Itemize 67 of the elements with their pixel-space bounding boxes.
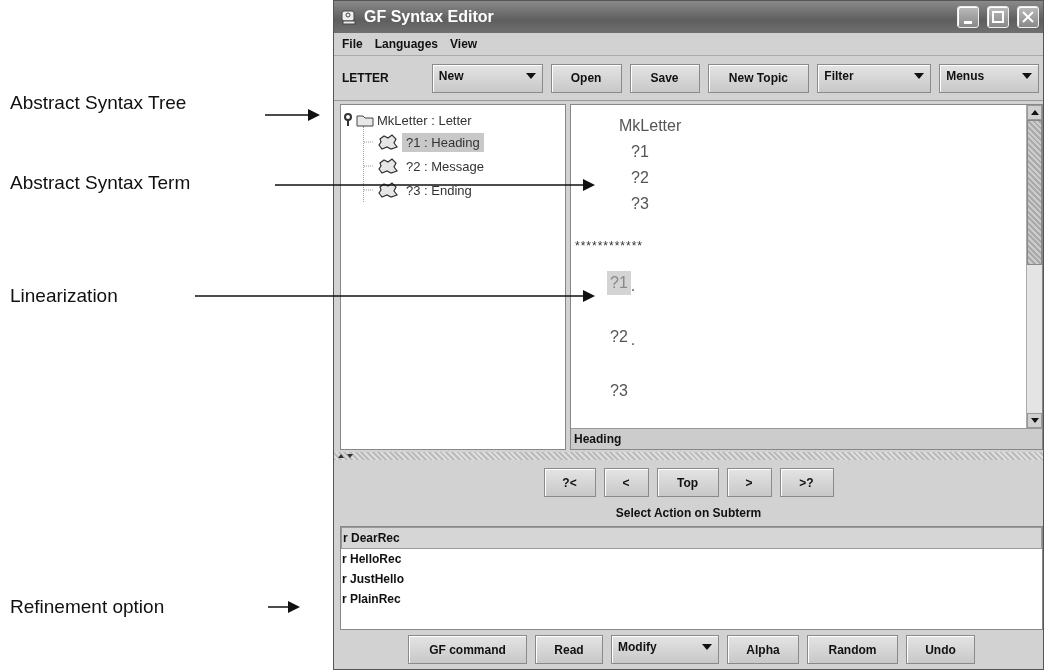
linearization-text: ?1 (607, 271, 631, 295)
annotation-label: Abstract Syntax Tree (10, 91, 187, 115)
window-title: GF Syntax Editor (364, 8, 495, 26)
tree-node[interactable]: ?2 : Message (402, 156, 489, 176)
tree-node[interactable]: ?1 : Heading (402, 132, 484, 152)
action-label: Select Action on Subterm (614, 505, 763, 522)
term-text: MkLetter (619, 116, 683, 136)
button[interactable]: Random (807, 635, 898, 664)
linearization-text: ?2 (609, 327, 629, 347)
annotation-label: Refinement option (10, 595, 165, 619)
maximize-icon (992, 11, 1004, 23)
tree-node[interactable]: ?3 : Ending (402, 180, 476, 200)
menu-item[interactable]: View (446, 35, 482, 53)
toolbar-label: LETTER (342, 71, 390, 85)
button[interactable]: Save (629, 63, 700, 93)
down-arrow-icon (1030, 418, 1039, 423)
splat-icon (377, 181, 399, 199)
arrow (264, 109, 320, 121)
annotation-label: Linearization (10, 284, 118, 308)
nav-button[interactable]: > (726, 468, 772, 497)
button[interactable]: Undo (906, 635, 975, 664)
arrow (267, 601, 300, 613)
nav-button[interactable]: ?< (543, 468, 596, 497)
button[interactable]: Read (535, 635, 603, 664)
maximize-button[interactable] (987, 6, 1009, 28)
button[interactable]: Open (550, 63, 622, 93)
punctuation-text: . (630, 331, 636, 349)
linearization-text: ?3 (609, 381, 629, 401)
term-text: ?3 (631, 194, 650, 214)
collapse-arrows-icon (338, 453, 354, 459)
nav-button[interactable]: >? (779, 468, 834, 497)
nav-button[interactable]: Top (656, 468, 719, 497)
term-text: ?1 (631, 142, 650, 162)
button[interactable]: GF command (408, 635, 527, 664)
nav-button[interactable]: < (603, 468, 649, 497)
punctuation-text: . (630, 277, 636, 295)
caret-icon (1022, 72, 1032, 79)
folder-icon (356, 113, 374, 127)
scroll-bar[interactable] (1026, 105, 1042, 428)
app-icon (340, 8, 358, 26)
minimize-button[interactable] (957, 6, 979, 28)
close-button[interactable] (1017, 6, 1039, 28)
list-item[interactable]: r DearRec (341, 527, 1042, 549)
close-icon (1022, 11, 1034, 23)
term-text: ?2 (631, 168, 650, 188)
list-item[interactable]: r JustHello (341, 569, 1042, 589)
caret-icon (702, 644, 712, 650)
dropdown[interactable]: New (431, 63, 543, 93)
dropdown[interactable]: Modify (611, 635, 719, 664)
separator-text: ************ (575, 239, 645, 253)
list-item[interactable]: r PlainRec (341, 589, 1042, 609)
minimize-icon (964, 20, 972, 24)
dropdown[interactable]: Filter (817, 63, 932, 93)
annotation-label: Abstract Syntax Term (10, 171, 191, 195)
up-arrow-icon (1030, 110, 1039, 115)
status-bar: Heading (571, 428, 1042, 449)
menu-item[interactable]: Languages (370, 35, 443, 53)
caret-icon (525, 72, 536, 79)
button[interactable]: Alpha (727, 635, 799, 664)
button[interactable]: New Topic (707, 63, 810, 93)
menu-item[interactable]: File (338, 35, 367, 53)
dropdown[interactable]: Menus (939, 63, 1039, 93)
caret-icon (914, 72, 925, 79)
splat-icon (377, 133, 399, 151)
tree-node[interactable]: MkLetter : Letter (377, 112, 472, 128)
list-item[interactable]: r HelloRec (341, 549, 1042, 569)
splat-icon (377, 157, 399, 175)
